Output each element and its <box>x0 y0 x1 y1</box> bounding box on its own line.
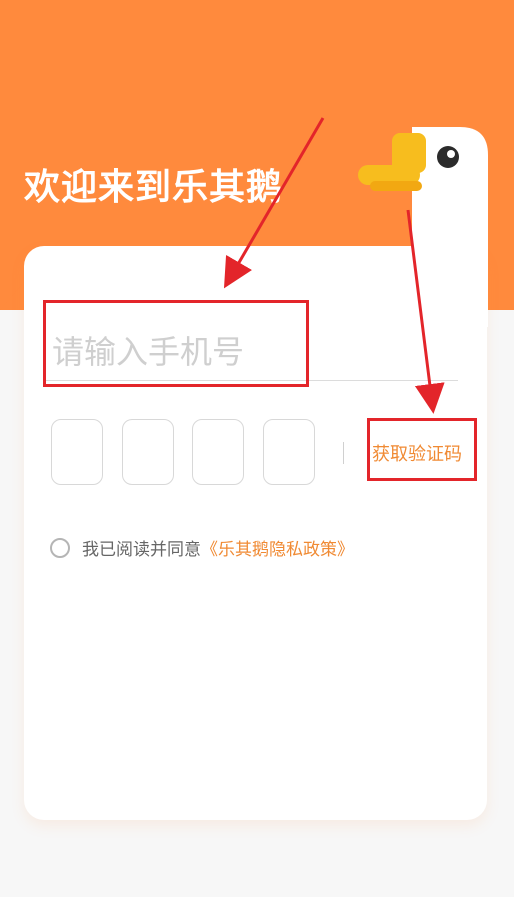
agree-radio[interactable] <box>50 537 70 558</box>
code-box-4[interactable] <box>263 419 315 485</box>
goose-mascot-icon <box>358 127 488 327</box>
goose-eye-icon <box>437 146 459 168</box>
code-box-1[interactable] <box>51 419 103 485</box>
get-code-highlight-box <box>367 418 477 481</box>
code-divider <box>343 442 344 464</box>
agreement-row: 我已阅读并同意 《乐其鹅隐私政策》 <box>50 535 354 560</box>
code-box-2[interactable] <box>122 419 174 485</box>
privacy-policy-link[interactable]: 《乐其鹅隐私政策》 <box>201 535 354 560</box>
agree-text: 我已阅读并同意 <box>82 540 201 560</box>
code-box-3[interactable] <box>192 419 244 485</box>
welcome-title: 欢迎来到乐其鹅 <box>24 167 284 208</box>
phone-highlight-box <box>43 300 309 387</box>
